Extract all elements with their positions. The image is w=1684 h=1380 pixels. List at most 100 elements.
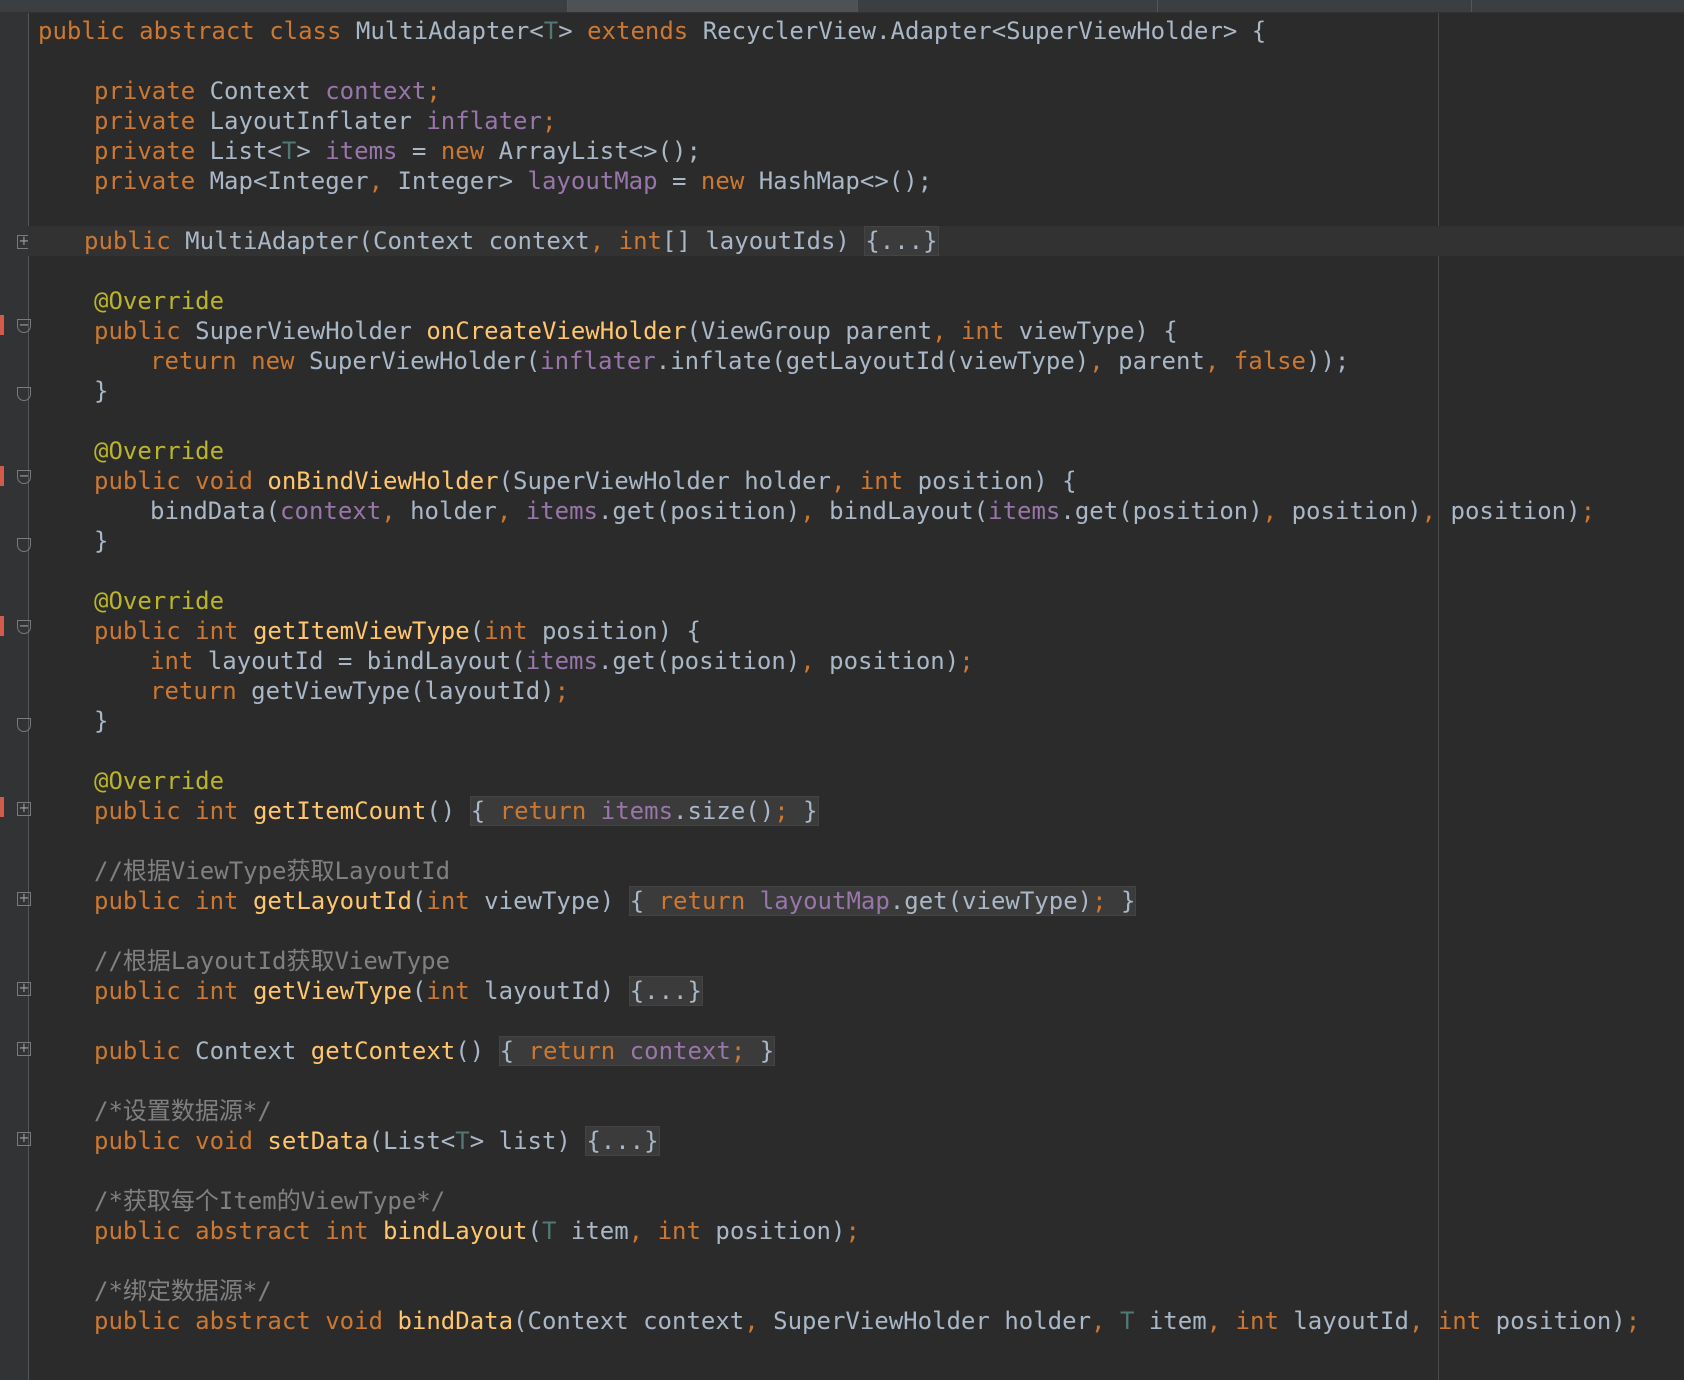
keyword: new	[700, 167, 745, 195]
annotation: @Override	[94, 437, 225, 465]
keyword: private	[94, 77, 196, 105]
fold-expand-icon[interactable]: +	[17, 1042, 31, 1056]
annotation: @Override	[94, 767, 225, 795]
code-line-comment: /*获取每个Item的ViewType*/	[38, 1186, 1684, 1216]
code-line-method-decl: public void setData(List<T> list) {...}	[38, 1126, 1684, 1156]
code-line-close-brace: }	[38, 526, 1684, 556]
type: SuperViewHolder	[180, 317, 427, 345]
keyword: public	[94, 617, 181, 645]
code-line-close-brace: }	[38, 376, 1684, 406]
punct: ;	[1580, 497, 1596, 525]
type-param: T	[1119, 1307, 1135, 1335]
keyword: int	[426, 977, 470, 1005]
fold-collapse-icon[interactable]: −	[17, 319, 31, 333]
folded-region[interactable]: {...}	[628, 976, 703, 1006]
keyword: public	[94, 317, 181, 345]
punct: ;	[730, 1037, 746, 1065]
code-content[interactable]: public abstract class MultiAdapter<T> ex…	[28, 16, 1684, 1336]
type-param: T	[543, 17, 559, 45]
keyword: int	[195, 977, 239, 1005]
keyword: public	[94, 797, 181, 825]
override-marker-icon[interactable]	[0, 797, 4, 817]
code-line-method-decl: public void onBindViewHolder(SuperViewHo…	[38, 466, 1684, 496]
keyword: public	[84, 227, 171, 255]
expression: parent	[1118, 347, 1205, 375]
type-param: T	[541, 1217, 557, 1245]
punct: ,	[800, 647, 830, 675]
field-name: context	[615, 1037, 731, 1065]
folded-region[interactable]: {...}	[585, 1126, 660, 1156]
expression: position)	[1291, 497, 1422, 525]
expression: getViewType(layoutId)	[236, 677, 555, 705]
fold-expand-icon[interactable]: +	[17, 892, 31, 906]
params: position) {	[527, 617, 701, 645]
type: Context	[209, 77, 326, 105]
fold-end-icon[interactable]	[17, 718, 31, 732]
brace: }	[94, 377, 109, 405]
editor-tab[interactable]	[0, 0, 568, 12]
editor-tab[interactable]	[858, 0, 1158, 12]
fold-end-icon[interactable]	[17, 538, 31, 552]
code-line-statement: return getViewType(layoutId);	[38, 676, 1684, 706]
folded-region[interactable]: { return layoutMap.get(viewType); }	[628, 886, 1137, 916]
params: (	[469, 617, 485, 645]
keyword: int	[1437, 1307, 1482, 1335]
type: LayoutInflater	[209, 107, 427, 135]
code-line-annotation: @Override	[38, 586, 1684, 616]
code-line-method-decl: public int getItemCount() { return items…	[38, 796, 1684, 826]
fold-expand-icon[interactable]: +	[17, 802, 31, 816]
field-name: context	[280, 497, 382, 525]
folded-region[interactable]: { return items.size(); }	[469, 796, 819, 826]
punct: ,	[381, 497, 411, 525]
method-name: onCreateViewHolder	[426, 317, 687, 345]
code-line-statement: int layoutId = bindLayout(items.get(posi…	[38, 646, 1684, 676]
brace: }	[788, 797, 818, 825]
punct: ,	[1089, 347, 1119, 375]
fold-expand-icon[interactable]: +	[17, 982, 31, 996]
folded-region[interactable]: { return context; }	[498, 1036, 776, 1066]
punct: ,	[1421, 497, 1451, 525]
type: Integer>	[397, 167, 528, 195]
punct: ,	[1262, 497, 1292, 525]
punct: ;	[426, 77, 441, 105]
keyword: private	[94, 107, 196, 135]
code-line-method-decl: public int getLayoutId(int viewType) { r…	[38, 886, 1684, 916]
override-marker-icon[interactable]	[0, 315, 4, 335]
override-marker-icon[interactable]	[0, 616, 4, 636]
comment: /*获取每个Item的ViewType*/	[94, 1187, 446, 1215]
keyword: false	[1233, 347, 1306, 375]
field-name: items	[525, 497, 598, 525]
brace: }	[94, 527, 109, 555]
field-name: layoutMap	[527, 167, 658, 195]
fold-expand-icon[interactable]: +	[17, 1132, 31, 1146]
editor-tab-active[interactable]	[568, 0, 858, 12]
punct: ,	[589, 227, 619, 255]
expression: layoutId = bindLayout(	[193, 647, 526, 675]
class-name: MultiAdapter	[355, 17, 530, 45]
punct: ,	[744, 1307, 774, 1335]
type: Map<Integer	[209, 167, 369, 195]
type-param: T	[281, 137, 297, 165]
override-marker-icon[interactable]	[0, 466, 4, 486]
punct: ,	[1408, 1307, 1438, 1335]
params: > list)	[469, 1127, 586, 1155]
method-name: bindData	[397, 1307, 514, 1335]
fold-collapse-icon[interactable]: −	[17, 620, 31, 634]
fold-collapse-icon[interactable]: −	[17, 470, 31, 484]
params: (ViewGroup parent	[686, 317, 933, 345]
code-line-class-declaration: public abstract class MultiAdapter<T> ex…	[38, 17, 1267, 45]
expression: position)	[1450, 497, 1581, 525]
editor-tab[interactable]	[1158, 0, 1472, 12]
keyword: public	[94, 1307, 181, 1335]
type: >	[296, 137, 326, 165]
folded-region[interactable]: {...}	[864, 226, 939, 256]
code-line-method-decl: public int getViewType(int layoutId) {..…	[38, 976, 1684, 1006]
punct: ;	[1625, 1307, 1641, 1335]
code-line-field: private LayoutInflater inflater;	[38, 106, 1684, 136]
fold-end-icon[interactable]	[17, 387, 31, 401]
code-editor[interactable]: + − − − + + + + + public abstract class …	[0, 0, 1684, 1380]
